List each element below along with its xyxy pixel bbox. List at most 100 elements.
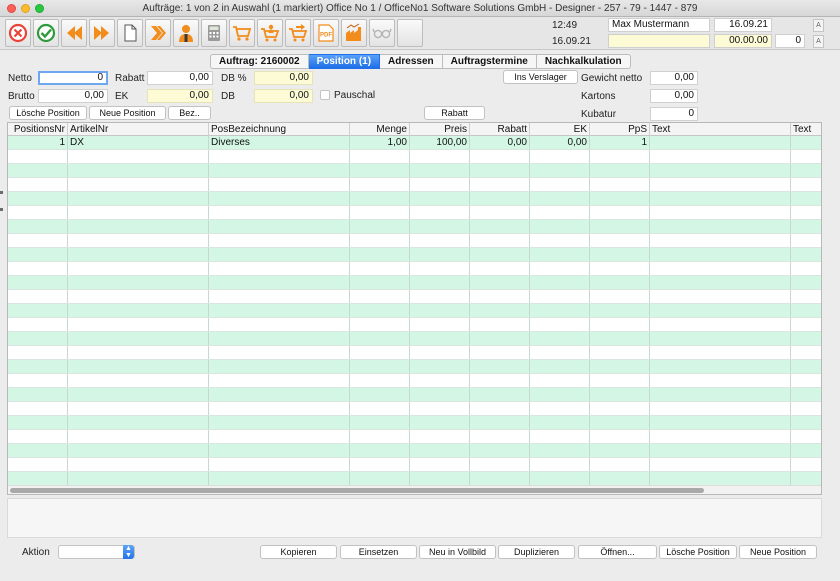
table-cell-pps[interactable] xyxy=(590,472,650,485)
table-cell-positionsnr[interactable] xyxy=(8,234,68,247)
table-cell-text2[interactable] xyxy=(791,276,821,289)
table-cell-text2[interactable] xyxy=(791,388,821,401)
table-cell-positionsnr[interactable] xyxy=(8,374,68,387)
column-header[interactable]: Preis xyxy=(410,123,470,136)
table-cell-preis[interactable] xyxy=(410,318,470,331)
person-button[interactable] xyxy=(173,19,199,47)
table-cell-preis[interactable] xyxy=(410,346,470,359)
table-cell-rabatt[interactable] xyxy=(470,150,530,163)
table-cell-pps[interactable] xyxy=(590,276,650,289)
table-cell-rabatt[interactable] xyxy=(470,444,530,457)
table-cell-ek[interactable] xyxy=(530,388,590,401)
table-cell-preis[interactable] xyxy=(410,192,470,205)
column-header[interactable]: Text xyxy=(650,123,791,136)
table-cell-artikelnr[interactable] xyxy=(68,318,209,331)
table-cell-text[interactable] xyxy=(650,346,791,359)
table-cell-text[interactable] xyxy=(650,178,791,191)
table-cell-artikelnr[interactable] xyxy=(68,430,209,443)
table-cell-positionsnr[interactable] xyxy=(8,276,68,289)
table-cell-artikelnr[interactable] xyxy=(68,192,209,205)
table-cell-text2[interactable] xyxy=(791,234,821,247)
table-cell-text[interactable] xyxy=(650,304,791,317)
table-row[interactable] xyxy=(8,388,821,402)
tab-1[interactable]: Position (1) xyxy=(308,54,381,69)
table-cell-posbezeichnung[interactable] xyxy=(209,262,350,275)
column-header[interactable]: Rabatt xyxy=(470,123,530,136)
table-cell-preis[interactable] xyxy=(410,164,470,177)
table-cell-posbezeichnung[interactable] xyxy=(209,318,350,331)
table-cell-artikelnr[interactable] xyxy=(68,416,209,429)
table-row[interactable] xyxy=(8,402,821,416)
table-cell-positionsnr[interactable] xyxy=(8,360,68,373)
table-cell-ek[interactable] xyxy=(530,458,590,471)
table-cell-text2[interactable] xyxy=(791,164,821,177)
table-cell-pps[interactable] xyxy=(590,220,650,233)
table-cell-menge[interactable] xyxy=(350,234,410,247)
table-cell-text[interactable] xyxy=(650,458,791,471)
table-cell-text2[interactable] xyxy=(791,374,821,387)
paste-button[interactable]: Einsetzen xyxy=(340,545,417,559)
table-cell-preis[interactable] xyxy=(410,248,470,261)
gewicht-field[interactable]: 0,00 xyxy=(650,71,698,85)
table-cell-artikelnr[interactable] xyxy=(68,444,209,457)
table-cell-positionsnr[interactable] xyxy=(8,290,68,303)
column-header[interactable]: ArtikelNr xyxy=(68,123,209,136)
table-cell-text2[interactable] xyxy=(791,430,821,443)
table-cell-text[interactable] xyxy=(650,444,791,457)
table-cell-pps[interactable] xyxy=(590,360,650,373)
table-cell-rabatt[interactable] xyxy=(470,248,530,261)
table-row[interactable] xyxy=(8,150,821,164)
table-cell-artikelnr[interactable] xyxy=(68,220,209,233)
table-cell-preis[interactable] xyxy=(410,276,470,289)
table-cell-menge[interactable] xyxy=(350,220,410,233)
table-cell-menge[interactable] xyxy=(350,458,410,471)
table-cell-posbezeichnung[interactable] xyxy=(209,388,350,401)
table-cell-text2[interactable] xyxy=(791,318,821,331)
table-cell-text2[interactable] xyxy=(791,220,821,233)
user-extra-field[interactable] xyxy=(608,34,710,48)
table-cell-menge[interactable] xyxy=(350,416,410,429)
table-cell-text2[interactable] xyxy=(791,458,821,471)
table-cell-preis[interactable] xyxy=(410,472,470,485)
table-cell-pps[interactable] xyxy=(590,388,650,401)
tab-3[interactable]: Auftragstermine xyxy=(442,54,537,69)
table-cell-pps[interactable] xyxy=(590,248,650,261)
positions-table[interactable]: PositionsNr ArtikelNr PosBezeichnung Menge P… xyxy=(7,122,822,495)
table-cell-text[interactable] xyxy=(650,430,791,443)
table-row[interactable] xyxy=(8,262,821,276)
forward-button[interactable] xyxy=(145,19,171,47)
table-row[interactable] xyxy=(8,318,821,332)
table-cell-menge[interactable] xyxy=(350,164,410,177)
table-cell-ek[interactable] xyxy=(530,262,590,275)
table-cell-preis[interactable] xyxy=(410,374,470,387)
table-cell-ek[interactable] xyxy=(530,472,590,485)
table-cell-artikelnr[interactable] xyxy=(68,248,209,261)
table-cell-preis[interactable] xyxy=(410,332,470,345)
table-cell-rabatt[interactable] xyxy=(470,458,530,471)
table-row[interactable] xyxy=(8,178,821,192)
table-cell-posbezeichnung[interactable] xyxy=(209,444,350,457)
table-row[interactable] xyxy=(8,472,821,486)
table-cell-preis[interactable] xyxy=(410,206,470,219)
table-row[interactable] xyxy=(8,234,821,248)
table-row[interactable] xyxy=(8,444,821,458)
table-cell-artikelnr[interactable] xyxy=(68,402,209,415)
table-cell-rabatt[interactable] xyxy=(470,178,530,191)
table-cell-ek[interactable] xyxy=(530,192,590,205)
table-cell-menge[interactable] xyxy=(350,150,410,163)
table-cell-artikelnr[interactable] xyxy=(68,304,209,317)
table-row[interactable] xyxy=(8,360,821,374)
table-cell-rabatt[interactable] xyxy=(470,262,530,275)
table-cell-positionsnr[interactable] xyxy=(8,164,68,177)
table-cell-ek[interactable] xyxy=(530,374,590,387)
table-cell-artikelnr[interactable] xyxy=(68,150,209,163)
table-cell-positionsnr[interactable] xyxy=(8,332,68,345)
table-cell-rabatt[interactable] xyxy=(470,290,530,303)
table-cell-pps[interactable] xyxy=(590,346,650,359)
table-cell-positionsnr[interactable] xyxy=(8,318,68,331)
table-cell-ek[interactable] xyxy=(530,416,590,429)
table-row[interactable] xyxy=(8,248,821,262)
table-cell-rabatt[interactable] xyxy=(470,416,530,429)
table-cell-text2[interactable] xyxy=(791,192,821,205)
table-cell-rabatt[interactable] xyxy=(470,430,530,443)
